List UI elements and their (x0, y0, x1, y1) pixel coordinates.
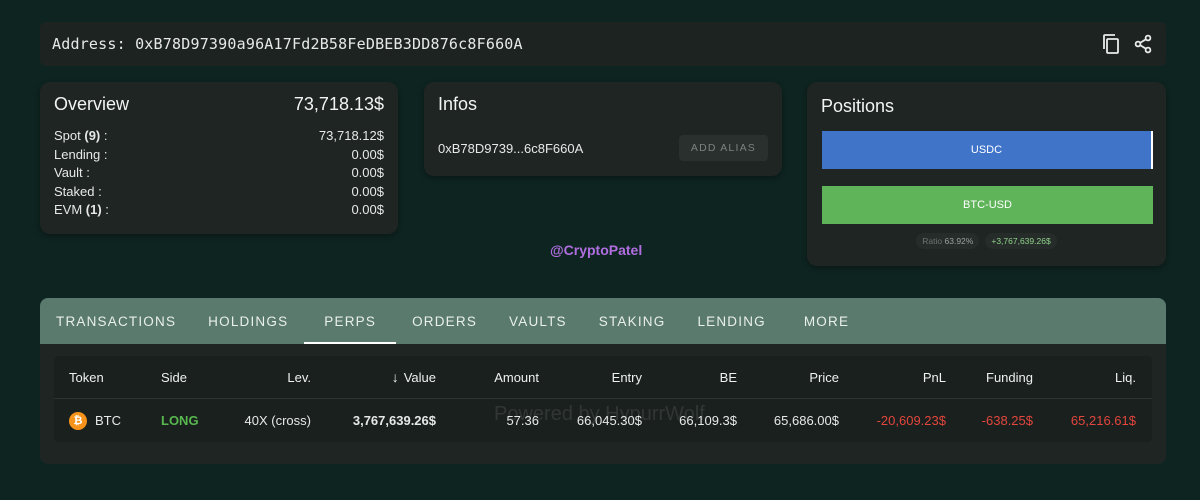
infos-title: Infos (438, 94, 478, 114)
column-header-token[interactable]: Token (69, 356, 104, 398)
column-header-price[interactable]: Price (754, 356, 839, 398)
overview-rows: Spot (9) : 73,718.12$ Lending : 0.00$ Va… (54, 127, 384, 220)
overview-row-value: 0.00$ (351, 146, 384, 162)
be-cell: 66,109.3$ (679, 413, 737, 428)
overview-row-label: EVM (1) : (54, 202, 109, 217)
side-cell: LONG (161, 413, 199, 428)
price-cell: 65,686.00$ (773, 413, 839, 428)
position-bar-btc-usd[interactable]: BTC-USD (822, 186, 1153, 224)
column-header-value[interactable]: ↓ Value (354, 356, 436, 398)
column-header-be[interactable]: BE (664, 356, 737, 398)
wallet-address: Address: 0xB78D97390a96A17Fd2B58FeDBEB3D… (52, 35, 523, 53)
share-icon[interactable] (1132, 33, 1154, 55)
leverage-cell: 40X (cross) (244, 413, 311, 428)
overview-row-spot: Spot (9) : 73,718.12$ (54, 127, 384, 146)
watermark-text: @CryptoPatel (550, 242, 643, 258)
tab-vaults[interactable]: VAULTS (493, 298, 583, 344)
tab-lending[interactable]: LENDING (681, 298, 781, 344)
bitcoin-icon: ₿ (69, 411, 87, 430)
ratio-badge: Ratio 63.92% (916, 233, 980, 249)
short-address: 0xB78D9739...6c8F660A (438, 140, 584, 156)
value-cell: 3,767,639.26$ (352, 413, 436, 428)
overview-row-label: Staked : (54, 183, 102, 199)
positions-card: Positions USDC BTC-USD Ratio 63.92% +3,7… (807, 82, 1166, 266)
column-header-lev[interactable]: Lev. (254, 356, 311, 398)
tab-more[interactable]: MORE (782, 298, 865, 344)
overview-title: Overview (54, 94, 130, 114)
overview-row-lending: Lending : 0.00$ (54, 146, 384, 165)
overview-total: 73,718.13$ (293, 94, 384, 114)
tab-bar: TRANSACTIONS HOLDINGS PERPS ORDERS VAULT… (40, 298, 1166, 344)
positions-title: Positions (821, 96, 895, 116)
column-header-side[interactable]: Side (161, 356, 187, 398)
infos-card: Infos 0xB78D9739...6c8F660A ADD ALIAS (424, 82, 782, 176)
overview-row-value: 0.00$ (351, 165, 384, 180)
overview-row-label: Vault : (54, 165, 90, 180)
tab-transactions[interactable]: TRANSACTIONS (40, 298, 192, 344)
address-bar: Address: 0xB78D97390a96A17Fd2B58FeDBEB3D… (40, 22, 1166, 66)
table-header: Token Side Lev. ↓ Value Amount Entry BE … (54, 356, 1152, 399)
positions-tags: Ratio 63.92% +3,767,639.26$ (807, 233, 1166, 249)
overview-row-evm: EVM (1) : 0.00$ (54, 201, 384, 220)
liq-cell: 65,216.61$ (1070, 413, 1136, 428)
column-header-pnl[interactable]: PnL (854, 356, 946, 398)
address-actions (1100, 33, 1154, 55)
column-header-liq[interactable]: Liq. (1054, 356, 1136, 398)
column-header-entry[interactable]: Entry (564, 356, 642, 398)
tab-perps[interactable]: PERPS (304, 298, 396, 344)
column-header-funding[interactable]: Funding (954, 356, 1033, 398)
column-header-amount[interactable]: Amount (464, 356, 539, 398)
perps-table: Token Side Lev. ↓ Value Amount Entry BE … (54, 356, 1152, 442)
tab-orders[interactable]: ORDERS (396, 298, 493, 344)
token-cell: ₿ BTC (69, 399, 121, 442)
tab-staking[interactable]: STAKING (583, 298, 682, 344)
overview-row-value: 73,718.12$ (318, 128, 384, 143)
main-panel: TRANSACTIONS HOLDINGS PERPS ORDERS VAULT… (40, 298, 1166, 464)
overview-row-label: Spot (9) : (54, 128, 108, 143)
tab-holdings[interactable]: HOLDINGS (192, 298, 304, 344)
arrow-down-icon: ↓ (391, 369, 399, 385)
overview-row-value: 0.00$ (351, 202, 384, 217)
pnl-cell: -20,609.23$ (876, 413, 946, 428)
overview-row-staked: Staked : 0.00$ (54, 183, 384, 202)
amount-cell: 57.36 (506, 413, 539, 428)
entry-cell: 66,045.30$ (576, 413, 642, 428)
add-alias-button[interactable]: ADD ALIAS (678, 135, 768, 161)
copy-icon[interactable] (1100, 33, 1122, 55)
overview-card: Overview 73,718.13$ Spot (9) : 73,718.12… (40, 82, 398, 234)
overview-row-value: 0.00$ (351, 183, 384, 199)
overview-row-vault: Vault : 0.00$ (54, 164, 384, 183)
pnl-badge: +3,767,639.26$ (985, 233, 1057, 249)
position-bar-usdc[interactable]: USDC (822, 131, 1153, 169)
overview-row-label: Lending : (54, 146, 108, 162)
funding-cell: -638.25$ (981, 413, 1033, 428)
table-row[interactable]: Powered by HypurrWolf ₿ BTC LONG 40X (cr… (54, 399, 1152, 442)
